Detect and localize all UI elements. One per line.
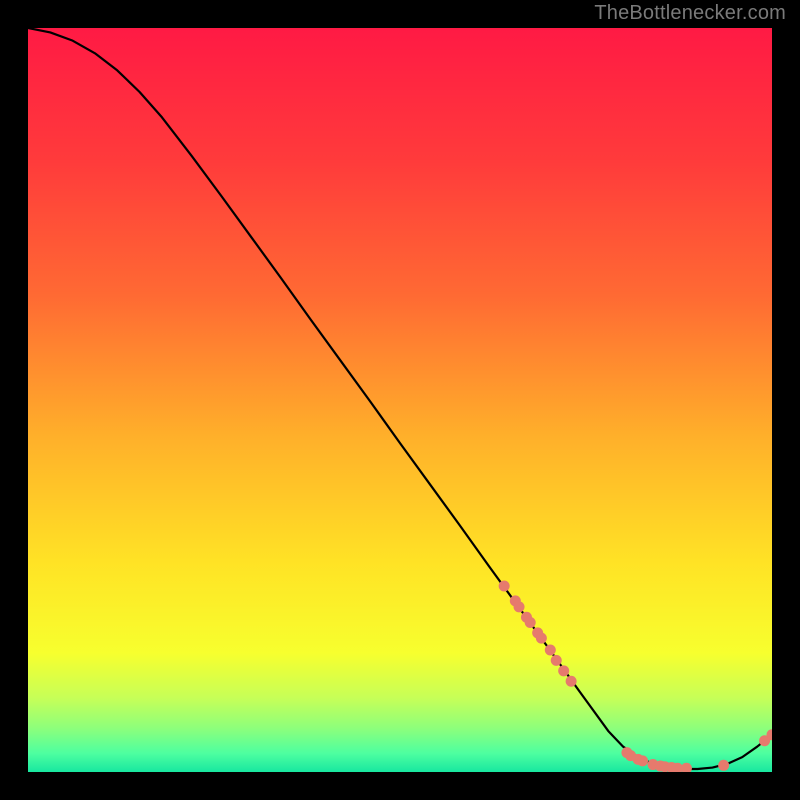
highlight-dot [525, 617, 536, 628]
highlight-dot [545, 644, 556, 655]
chart-svg [28, 28, 772, 772]
highlight-dot [637, 755, 648, 766]
highlight-dot [566, 676, 577, 687]
highlight-dot [499, 581, 510, 592]
highlight-dot [558, 665, 569, 676]
highlight-dot [718, 760, 729, 771]
plot-area [28, 28, 772, 772]
highlight-dot [536, 633, 547, 644]
highlight-dot [551, 655, 562, 666]
watermark-text: TheBottlenecker.com [594, 2, 786, 25]
gradient-background [28, 28, 772, 772]
chart-frame: TheBottlenecker.com [0, 0, 800, 800]
highlight-dot [514, 601, 525, 612]
